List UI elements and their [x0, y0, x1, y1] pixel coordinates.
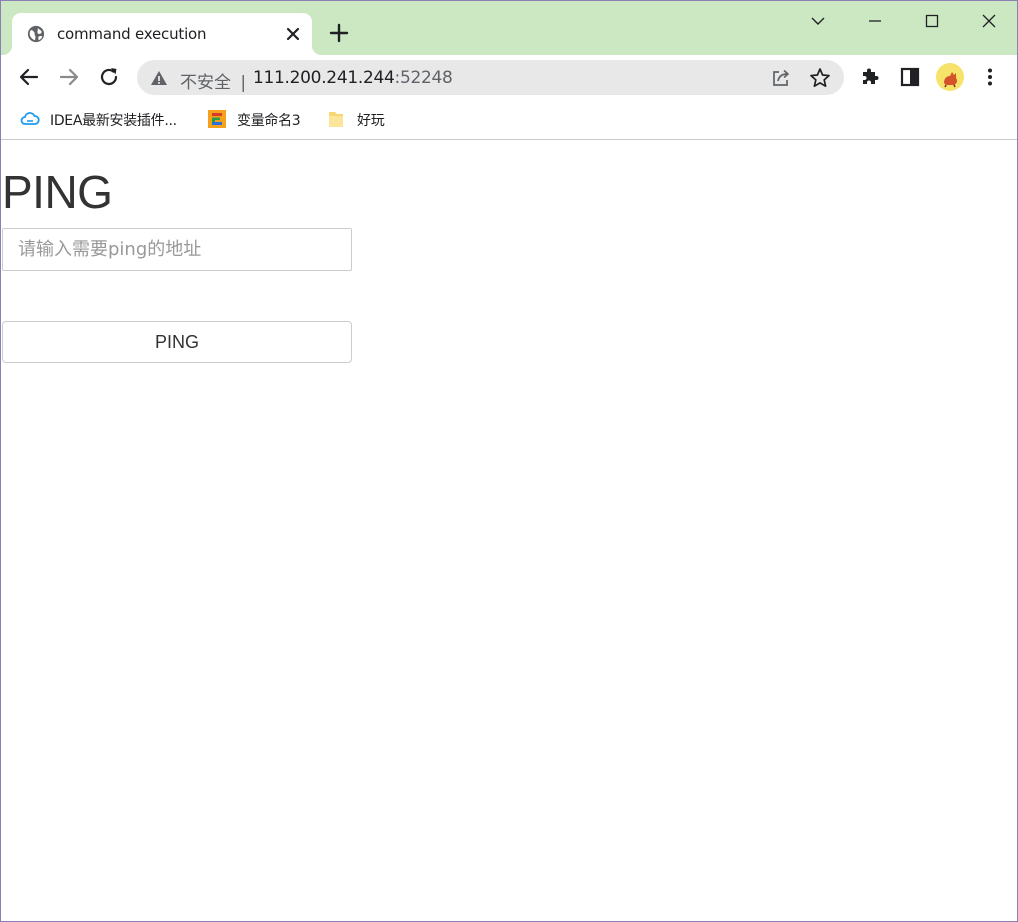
ping-address-input[interactable] — [2, 228, 352, 271]
security-label[interactable]: 不安全 | — [180, 68, 246, 93]
tab-search-chevron-icon[interactable] — [806, 9, 830, 33]
bookmark-idea-plugins[interactable]: IDEA最新安装插件... — [20, 107, 190, 131]
codelf-icon — [208, 110, 226, 128]
active-tab[interactable]: command execution — [2, 13, 322, 55]
close-window-icon[interactable] — [977, 9, 1001, 33]
globe-icon — [27, 25, 45, 43]
reload-icon[interactable] — [95, 63, 123, 91]
back-icon[interactable] — [15, 63, 43, 91]
security-label-text: 不安全 — [180, 73, 231, 93]
ping-button[interactable]: PING — [2, 321, 352, 363]
new-tab-icon[interactable] — [328, 22, 350, 44]
star-bookmark-icon[interactable] — [808, 66, 832, 90]
more-menu-icon[interactable] — [976, 63, 1004, 91]
bookmark-label: IDEA最新安装插件... — [50, 113, 177, 129]
profile-avatar[interactable] — [936, 63, 964, 91]
bookmark-folder-fun[interactable]: 好玩 — [327, 107, 397, 131]
address-bar[interactable]: 不安全 | 111.200.241.244:52248 — [137, 60, 844, 95]
folder-icon — [329, 112, 343, 127]
maximize-icon[interactable] — [920, 9, 944, 33]
browser-toolbar: 不安全 | 111.200.241.244:52248 — [1, 55, 1017, 99]
profile-fox-icon — [944, 72, 958, 88]
url-port: :52248 — [394, 68, 453, 88]
bookmark-variable-naming[interactable]: 变量命名3 — [207, 107, 312, 131]
tab-title: command execution — [57, 25, 207, 43]
minimize-icon[interactable] — [863, 9, 887, 33]
page-content: PING PING — [1, 141, 1017, 921]
close-tab-icon[interactable] — [283, 24, 303, 44]
bookmark-label: 好玩 — [357, 113, 385, 129]
cloud-icon — [20, 112, 40, 125]
warning-icon[interactable] — [150, 69, 168, 87]
browser-window: command execution 不安全 | 111.200.241.244:… — [0, 0, 1018, 922]
bookmarks-bar: IDEA最新安装插件... 变量命名3 好玩 — [1, 99, 1017, 140]
forward-icon[interactable] — [55, 63, 83, 91]
extensions-puzzle-icon[interactable] — [856, 63, 884, 91]
page-title: PING — [2, 166, 113, 218]
url-host: 111.200.241.244 — [253, 68, 395, 88]
bookmark-label: 变量命名3 — [237, 113, 301, 129]
security-separator: | — [240, 73, 247, 93]
share-icon[interactable] — [769, 66, 793, 90]
tab-strip: command execution — [1, 1, 1017, 55]
side-panel-icon[interactable] — [896, 63, 924, 91]
url-text[interactable]: 111.200.241.244:52248 — [253, 68, 453, 88]
